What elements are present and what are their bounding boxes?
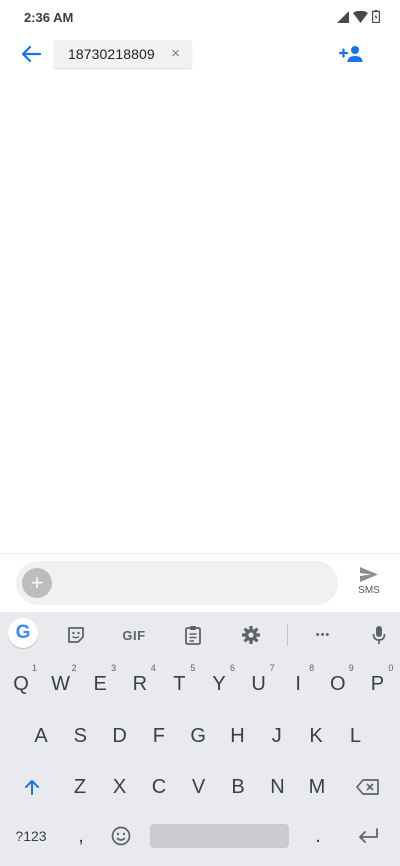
signal-icon [337,10,349,23]
emoji-icon [111,826,131,846]
key-k[interactable]: K [297,718,335,754]
key-label: Q [13,672,29,695]
enter-key[interactable] [348,818,388,854]
wifi-icon [353,10,368,23]
key-x[interactable]: X [101,769,139,805]
key-b[interactable]: B [219,769,257,805]
microphone-icon [372,626,386,644]
key-r[interactable]: R4 [121,663,159,702]
status-time: 2:36 AM [24,10,74,25]
key-v[interactable]: V [180,769,218,805]
key-w[interactable]: W2 [42,663,80,702]
sticker-button[interactable] [64,622,88,648]
status-icons [337,10,380,23]
key-o[interactable]: O9 [319,663,357,702]
key-i[interactable]: I8 [279,663,317,702]
google-button[interactable]: G [8,618,38,648]
toolbar-divider [287,624,288,646]
key-label: T [173,672,186,695]
message-input[interactable]: + [16,561,338,605]
key-label: O [330,672,346,695]
period-key[interactable]: . [298,818,338,854]
gif-button[interactable]: GIF [120,622,148,648]
key-t[interactable]: T5 [160,663,198,702]
send-sms-button[interactable]: SMS [350,566,388,602]
key-y[interactable]: Y6 [200,663,238,702]
recipient-number: 18730218809 [68,46,155,62]
backspace-icon [356,779,379,795]
key-hint: 7 [269,663,275,673]
key-hint: 5 [190,663,196,673]
key-label: P [370,672,385,695]
back-button[interactable] [18,42,44,66]
add-person-icon [339,46,363,62]
clipboard-icon [185,626,201,645]
key-p[interactable]: P0 [358,663,396,702]
app-bar: 18730218809 × [0,36,400,72]
symbols-key[interactable]: ?123 [8,818,54,854]
key-m[interactable]: M [298,769,336,805]
recipient-chip[interactable]: 18730218809 × [54,40,192,68]
arrow-back-icon [21,45,41,63]
space-key[interactable] [150,824,289,848]
more-button[interactable]: ••• [312,622,334,648]
key-h[interactable]: H [219,718,257,754]
key-hint: 3 [111,663,117,673]
enter-icon [359,828,378,843]
attach-button[interactable]: + [22,568,52,598]
key-hint: 9 [348,663,354,673]
gif-label: GIF [122,627,146,643]
key-hint: 1 [31,663,37,673]
key-label: W [51,672,71,695]
clipboard-button[interactable] [182,622,204,648]
remove-recipient-icon[interactable]: × [171,46,180,61]
key-j[interactable]: J [258,718,296,754]
key-s[interactable]: S [61,718,99,754]
plus-icon: + [30,570,44,595]
key-f[interactable]: F [140,718,178,754]
keyboard-toolbar: G GIF ••• [0,612,400,658]
key-label: R [132,672,148,695]
emoji-key[interactable] [102,818,140,854]
key-z[interactable]: Z [61,769,99,805]
comma-key[interactable]: , [62,818,100,854]
voice-input-button[interactable] [370,622,388,648]
add-person-button[interactable] [338,42,366,66]
battery-icon [372,10,380,23]
key-label: E [93,672,107,695]
shift-key[interactable] [12,769,52,805]
key-hint: 2 [71,663,77,673]
more-icon: ••• [315,629,331,641]
key-hint: 6 [229,663,235,673]
key-g[interactable]: G [179,718,217,754]
gear-icon [242,626,260,644]
key-a[interactable]: A [22,718,60,754]
send-label: SMS [358,585,380,596]
key-e[interactable]: E3 [81,663,119,702]
sticker-icon [68,627,84,643]
key-l[interactable]: L [336,718,374,754]
key-label: I [295,672,301,695]
key-c[interactable]: C [140,769,178,805]
shift-arrow-icon [25,780,39,795]
keyboard: G GIF ••• Q 1 W 2 E 3 R 4 T 5 Y 6 U 7 I … [0,612,400,866]
send-icon [360,567,378,582]
google-icon: G [8,618,38,648]
backspace-key[interactable] [348,769,388,805]
key-hint: 4 [150,663,156,673]
key-q[interactable]: Q1 [2,663,40,702]
key-n[interactable]: N [259,769,297,805]
key-label: Y [212,672,226,695]
key-hint: 8 [309,663,315,673]
key-u[interactable]: U7 [240,663,278,702]
status-bar: 2:36 AM [0,0,400,36]
key-hint: 0 [388,663,394,673]
key-label: U [251,672,266,695]
settings-button[interactable] [240,622,262,648]
key-d[interactable]: D [101,718,139,754]
compose-divider [0,553,400,554]
